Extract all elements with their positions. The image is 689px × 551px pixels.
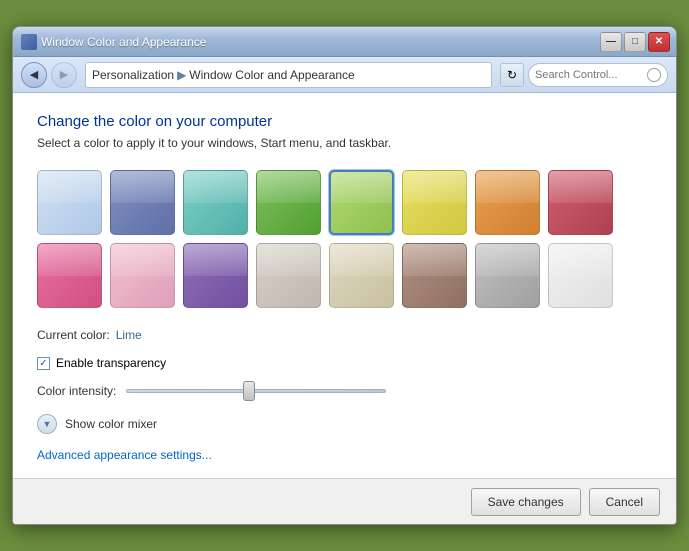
minimize-button[interactable]: — (600, 32, 622, 52)
color-swatch-ruby[interactable] (548, 170, 613, 235)
color-swatch-leaf[interactable] (256, 170, 321, 235)
main-window: Window Color and Appearance — □ ✕ ◀ ▶ Pe… (12, 26, 677, 525)
chevron-down-icon[interactable]: ▼ (37, 414, 57, 434)
cancel-button[interactable]: Cancel (589, 488, 660, 516)
save-changes-button[interactable]: Save changes (471, 488, 581, 516)
color-swatch-pumpkin[interactable] (475, 170, 540, 235)
color-swatch-smoke[interactable] (475, 243, 540, 308)
breadcrumb-separator: ▶ (177, 68, 186, 82)
search-input[interactable] (535, 69, 647, 81)
color-swatch-caramel[interactable] (402, 243, 467, 308)
back-button[interactable]: ◀ (21, 62, 47, 88)
intensity-slider-thumb[interactable] (243, 381, 255, 401)
transparency-checkbox[interactable] (37, 357, 50, 370)
page-title: Change the color on your computer (37, 113, 652, 130)
current-color-label: Current color: (37, 328, 110, 342)
color-swatch-lavender[interactable] (183, 243, 248, 308)
current-color-value: Lime (116, 328, 142, 342)
colors-row-2 (37, 243, 652, 308)
breadcrumb: Personalization ▶ Window Color and Appea… (85, 62, 492, 88)
color-mixer-label: Show color mixer (65, 417, 157, 431)
title-bar-left: Window Color and Appearance (21, 34, 206, 50)
content-area: Change the color on your computer Select… (13, 93, 676, 478)
transparency-label: Enable transparency (56, 356, 166, 370)
close-button[interactable]: ✕ (648, 32, 670, 52)
color-swatch-pearl[interactable] (548, 243, 613, 308)
current-color-row: Current color: Lime (37, 328, 652, 342)
colors-grid (37, 170, 652, 308)
intensity-row: Color intensity: (37, 384, 652, 398)
title-bar: Window Color and Appearance — □ ✕ (13, 27, 676, 57)
search-icon (647, 68, 661, 82)
maximize-button[interactable]: □ (624, 32, 646, 52)
window-title: Window Color and Appearance (41, 35, 206, 49)
title-bar-controls: — □ ✕ (600, 32, 670, 52)
color-swatch-frost[interactable] (256, 243, 321, 308)
page-subtitle: Select a color to apply it to your windo… (37, 136, 652, 150)
breadcrumb-root[interactable]: Personalization (92, 68, 174, 82)
intensity-label: Color intensity: (37, 384, 116, 398)
transparency-row: Enable transparency (37, 356, 652, 370)
color-swatch-twilight[interactable] (110, 170, 175, 235)
color-swatch-citrus[interactable] (402, 170, 467, 235)
color-swatch-lime[interactable] (329, 170, 394, 235)
breadcrumb-current[interactable]: Window Color and Appearance (189, 68, 354, 82)
refresh-button[interactable]: ↻ (500, 63, 524, 87)
footer: Save changes Cancel (13, 478, 676, 524)
color-mixer-row[interactable]: ▼ Show color mixer (37, 414, 652, 434)
toolbar: ◀ ▶ Personalization ▶ Window Color and A… (13, 57, 676, 93)
color-swatch-sky[interactable] (37, 170, 102, 235)
colors-row-1 (37, 170, 652, 235)
color-swatch-sea[interactable] (183, 170, 248, 235)
color-swatch-pink[interactable] (37, 243, 102, 308)
advanced-settings-link[interactable]: Advanced appearance settings... (37, 448, 212, 462)
intensity-slider-track[interactable] (126, 389, 386, 393)
window-icon (21, 34, 37, 50)
forward-button[interactable]: ▶ (51, 62, 77, 88)
color-swatch-blush[interactable] (110, 243, 175, 308)
color-swatch-sand[interactable] (329, 243, 394, 308)
search-bar (528, 63, 668, 87)
